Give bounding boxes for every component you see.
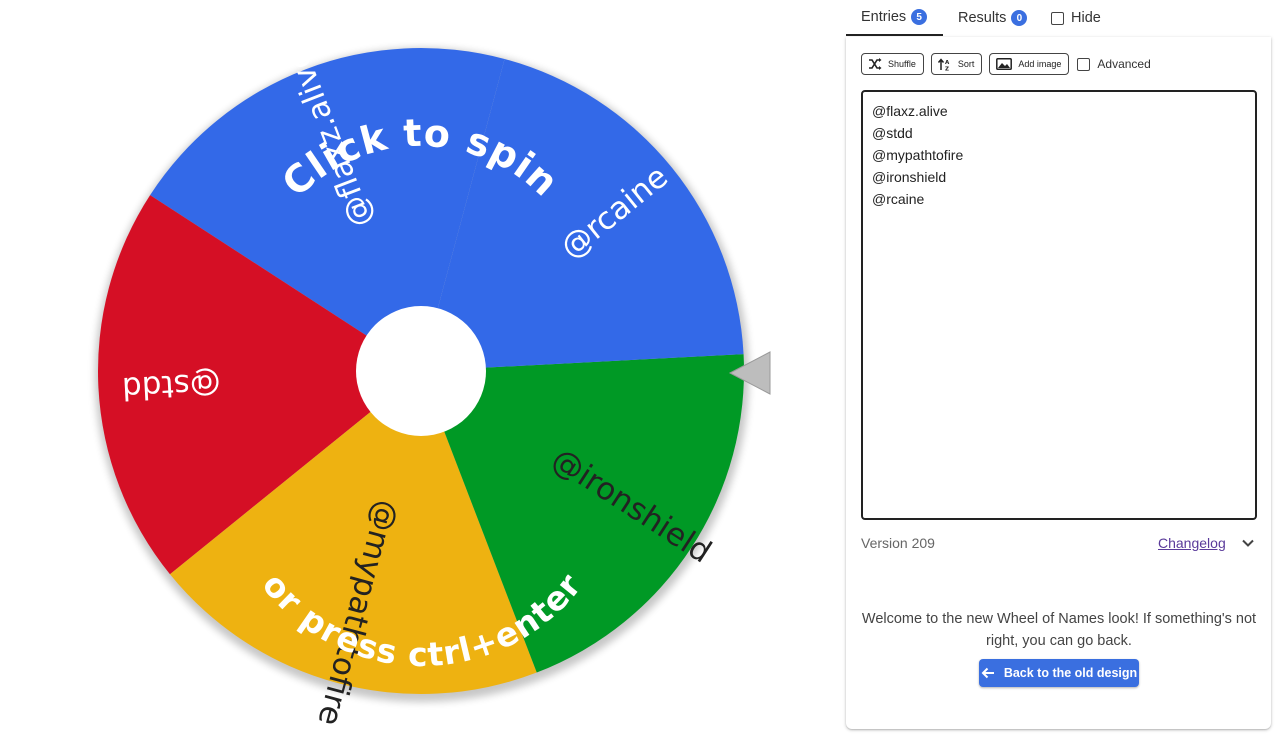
version-text: Version 209 [861, 535, 935, 551]
entries-textarea[interactable]: @flaxz.alive @stdd @mypathtofire @ironshiel… [861, 90, 1257, 520]
advanced-label: Advanced [1097, 57, 1151, 71]
add-image-button[interactable]: Add image [989, 53, 1070, 75]
shuffle-button[interactable]: Shuffle [861, 53, 924, 75]
wheel-segment-label: @stdd [121, 365, 221, 406]
back-button-label: Back to the old design [1003, 666, 1138, 680]
hide-toggle[interactable]: Hide [1051, 0, 1101, 36]
entries-panel: Shuffle A Z Sort Add image Advanced @fla… [846, 37, 1271, 729]
shuffle-label: Shuffle [888, 59, 916, 69]
image-icon [996, 58, 1013, 70]
advanced-checkbox[interactable] [1077, 57, 1091, 71]
results-count-badge: 0 [1011, 10, 1028, 26]
entry-line: @stdd [872, 125, 913, 141]
entries-count-badge: 5 [911, 9, 928, 25]
wheel-center[interactable] [356, 306, 486, 436]
chevron-down-icon[interactable] [1241, 536, 1255, 550]
tab-results-label: Results [958, 10, 1007, 26]
entry-line: @rcaine [872, 191, 925, 207]
back-to-old-design-button[interactable]: Back to the old design [979, 659, 1139, 687]
tab-entries-label: Entries [861, 9, 907, 25]
wheel-area[interactable]: @flaxz.alive @stdd @mypathtofire @ironshiel… [0, 0, 845, 745]
sort-icon: A Z [937, 57, 950, 71]
hide-checkbox[interactable] [1051, 11, 1064, 25]
tab-entries[interactable]: Entries 5 [846, 0, 943, 36]
svg-text:A: A [945, 60, 950, 66]
entries-toolbar: Shuffle A Z Sort Add image Advanced [861, 52, 1151, 76]
hide-label: Hide [1071, 10, 1101, 26]
wheel[interactable]: @flaxz.alive@stdd@mypathtofire @ironshiel… [0, 0, 845, 745]
entry-line: @ironshield [872, 169, 947, 185]
entry-line: @mypathtofire [872, 147, 964, 163]
advanced-toggle[interactable]: Advanced [1077, 57, 1151, 71]
welcome-notice: Welcome to the new Wheel of Names look! … [861, 611, 1257, 649]
arrow-left-icon [981, 667, 994, 679]
sort-label: Sort [957, 59, 975, 69]
sort-button[interactable]: A Z Sort [930, 53, 983, 75]
shuffle-icon [869, 58, 882, 70]
tab-results[interactable]: Results 0 [958, 0, 1028, 36]
entry-line: @flaxz.alive [872, 103, 948, 119]
panel-tabs: Entries 5 Results 0 Hide [846, 0, 1270, 37]
add-image-label: Add image [1018, 59, 1062, 69]
svg-text:Z: Z [945, 66, 949, 71]
changelog-link[interactable]: Changelog [1158, 535, 1226, 551]
